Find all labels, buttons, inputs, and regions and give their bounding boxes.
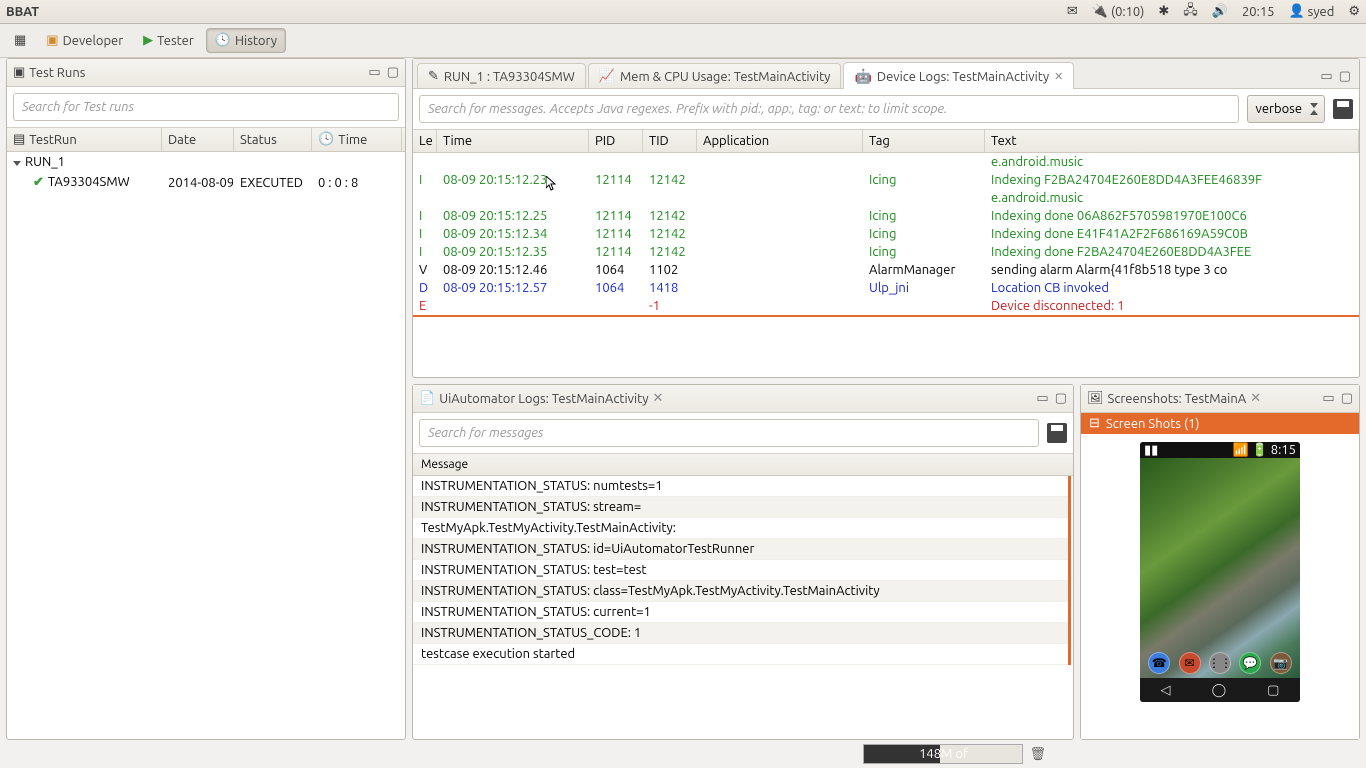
uiautomator-title: 📄 UiAutomator Logs: TestMainActivity ✕ [419, 391, 663, 406]
system-menubar: BBAT ✉ 🔌 (0:10) ✱ 🖧 🔊 20:15 👤 syed ⚙ [0, 0, 1366, 24]
perspective-tester[interactable]: ▶Tester [135, 29, 202, 52]
network-icon[interactable]: 🖧 [1183, 1, 1198, 23]
save-icon[interactable] [1047, 423, 1067, 443]
save-icon[interactable] [1333, 99, 1353, 119]
volume-icon[interactable]: 🔊 [1212, 4, 1228, 19]
status-footer: 148M of 🗑 [0, 742, 1366, 766]
user-menu[interactable]: 👤 syed [1288, 4, 1334, 19]
log-row[interactable]: I08-09 20:15:12.351211412142IcingIndexin… [413, 243, 1359, 261]
pencil-icon: ✎ [428, 69, 439, 84]
gear-icon[interactable]: ⚙ [1348, 4, 1360, 19]
minimize-icon[interactable]: ▭ [368, 65, 380, 80]
app-title: BBAT [6, 5, 39, 19]
screenshot-thumbnail[interactable]: ▮▮📶 🔋 8:15 Google🎤 ☎ ✉ ⋮⋮ 💬 📷 ◁◯▢ [1140, 442, 1300, 702]
perspective-history[interactable]: 🕓History [206, 28, 286, 53]
close-icon[interactable]: ✕ [653, 391, 664, 406]
open-perspective-button[interactable]: ▦ [6, 29, 34, 52]
log-row[interactable]: I08-09 20:15:12.341211412142IcingIndexin… [413, 225, 1359, 243]
tab-run[interactable]: ✎RUN_1 : TA93304SMW [417, 63, 586, 88]
log-row[interactable]: I08-09 20:15:12.251211412142IcingIndexin… [413, 207, 1359, 225]
heap-status[interactable]: 148M of [863, 744, 1023, 764]
editor-area: ✎RUN_1 : TA93304SMW 📈Mem & CPU Usage: Te… [412, 58, 1360, 378]
screenshots-view: 🖼 Screenshots: TestMainA ✕ ▭ ▢ ⊟Screen S… [1080, 384, 1360, 740]
maximize-icon[interactable]: ▢ [387, 65, 399, 80]
screenshots-title: 🖼 Screenshots: TestMainA ✕ [1087, 391, 1261, 406]
battery-indicator[interactable]: 🔌 (0:10) [1092, 4, 1145, 19]
android-icon: 🤖 [854, 68, 871, 85]
log-row[interactable]: e.android.music [413, 153, 1359, 171]
screenshots-group[interactable]: ⊟Screen Shots (1) [1081, 413, 1359, 434]
chart-icon: 📈 [599, 69, 615, 84]
message-row[interactable]: INSTRUMENTATION_STATUS: stream= [413, 497, 1068, 518]
minimize-icon[interactable]: ▭ [1320, 69, 1332, 84]
message-row[interactable]: INSTRUMENTATION_STATUS_CODE: 1 [413, 623, 1068, 644]
message-row[interactable]: TestMyApk.TestMyActivity.TestMainActivit… [413, 518, 1068, 539]
minimize-icon[interactable]: ▭ [1322, 391, 1334, 406]
uiautomator-view: 📄 UiAutomator Logs: TestMainActivity ✕ ▭… [412, 384, 1074, 740]
testruns-header: ▤TestRun Date Status 🕓Time [7, 127, 405, 152]
perspective-toolbar: ▦ ▣Developer ▶Tester 🕓History [0, 24, 1366, 58]
bluetooth-icon[interactable]: ✱ [1158, 4, 1169, 19]
maximize-icon[interactable]: ▢ [1341, 391, 1353, 406]
log-level-select[interactable]: verbose [1247, 95, 1325, 123]
editor-tabstrip: ✎RUN_1 : TA93304SMW 📈Mem & CPU Usage: Te… [413, 59, 1359, 89]
clock[interactable]: 20:15 [1242, 5, 1275, 19]
minimize-icon[interactable]: ▭ [1036, 391, 1048, 406]
message-row[interactable]: INSTRUMENTATION_STATUS: test=test [413, 560, 1068, 581]
devlog-header: Le Time PID TID Application Tag Text [413, 129, 1359, 153]
test-runs-view: ▣ Test Runs ▭ ▢ ▤TestRun Date Status 🕓Ti… [6, 58, 406, 740]
log-row[interactable]: V08-09 20:15:12.4610641102AlarmManagerse… [413, 261, 1359, 279]
close-icon[interactable]: ✕ [1054, 70, 1063, 83]
devlog-search-input[interactable] [419, 95, 1239, 123]
mail-icon[interactable]: ✉ [1067, 4, 1078, 19]
caret-down-icon[interactable] [13, 161, 21, 166]
message-row[interactable]: testcase execution started [413, 644, 1068, 665]
maximize-icon[interactable]: ▢ [1055, 391, 1067, 406]
close-icon[interactable]: ✕ [1250, 391, 1261, 406]
check-icon: ✔ [33, 175, 44, 189]
uiauto-header: Message [413, 453, 1073, 476]
tab-device-logs[interactable]: 🤖Device Logs: TestMainActivity✕ [843, 62, 1074, 89]
system-indicators[interactable]: ✉ 🔌 (0:10) ✱ 🖧 🔊 20:15 👤 syed ⚙ [1067, 1, 1360, 23]
testrun-child-row[interactable]: ✔TA93304SMW 2014-08-09 EXECUTED 0 : 0 : … [7, 172, 405, 193]
log-row[interactable]: E-1Device disconnected: 1 [413, 297, 1359, 317]
mouse-cursor [546, 176, 558, 192]
message-row[interactable]: INSTRUMENTATION_STATUS: current=1 [413, 602, 1068, 623]
uiauto-search-input[interactable] [419, 419, 1039, 447]
message-row[interactable]: INSTRUMENTATION_STATUS: id=UiAutomatorTe… [413, 539, 1068, 560]
maximize-icon[interactable]: ▢ [1339, 69, 1351, 84]
collapse-icon[interactable]: ⊟ [1089, 416, 1100, 431]
testruns-search-input[interactable] [13, 93, 399, 121]
uiauto-messages[interactable]: INSTRUMENTATION_STATUS: numtests=1INSTRU… [413, 476, 1071, 665]
perspective-developer[interactable]: ▣Developer [38, 29, 131, 52]
trash-icon[interactable]: 🗑 [1029, 747, 1046, 762]
message-row[interactable]: INSTRUMENTATION_STATUS: numtests=1 [413, 476, 1068, 497]
test-runs-title: ▣ Test Runs [13, 65, 85, 80]
message-row[interactable]: INSTRUMENTATION_STATUS: class=TestMyApk.… [413, 581, 1068, 602]
log-row[interactable]: D08-09 20:15:12.5710641418Ulp_jniLocatio… [413, 279, 1359, 297]
testrun-parent-row[interactable]: RUN_1 [7, 152, 405, 172]
tab-mem-cpu[interactable]: 📈Mem & CPU Usage: TestMainActivity [588, 63, 842, 88]
